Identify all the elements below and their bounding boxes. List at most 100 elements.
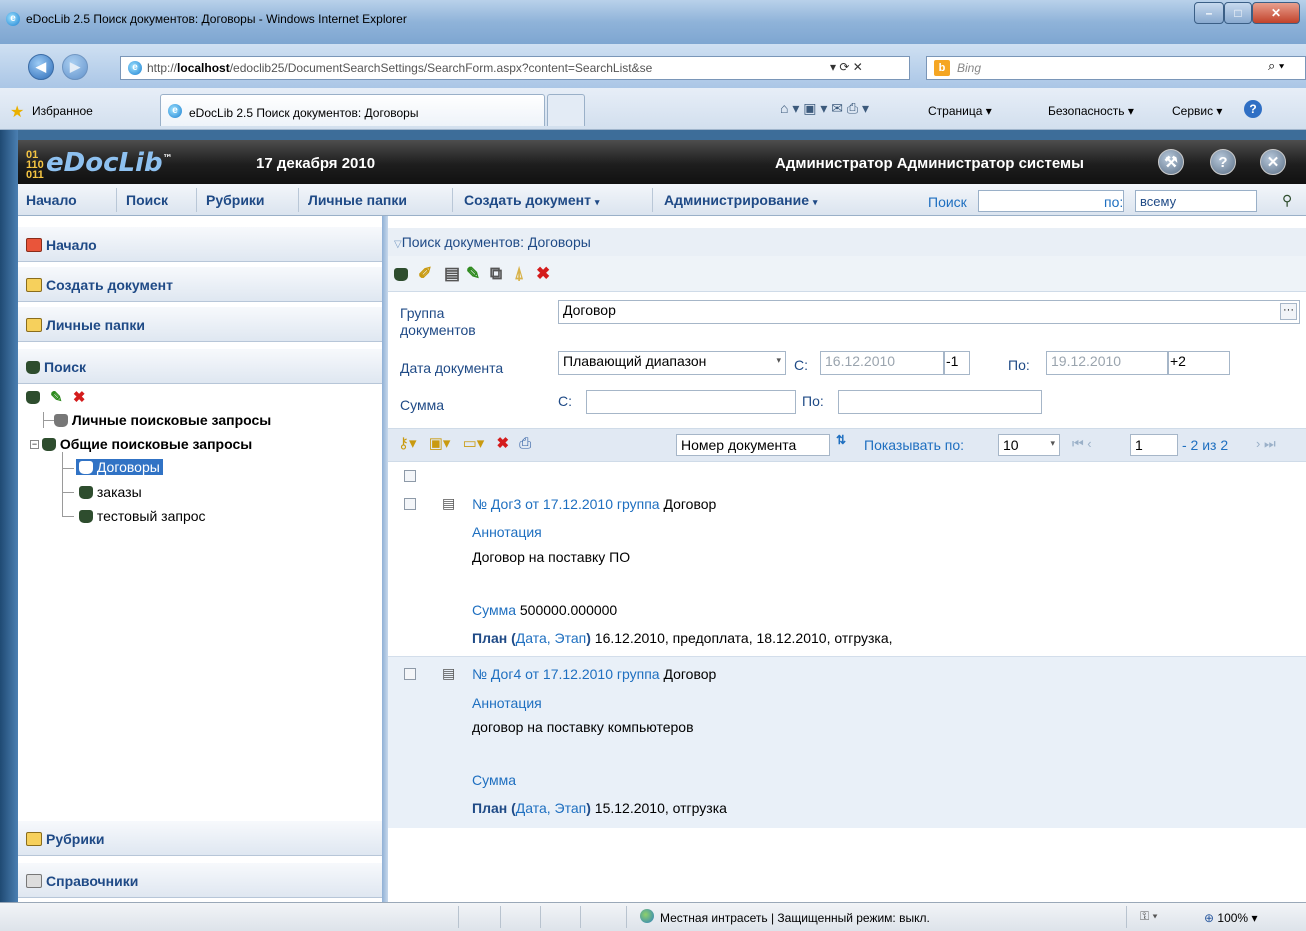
browser-tab[interactable]: eDocLib 2.5 Поиск документов: Договоры bbox=[160, 94, 545, 126]
menu-admin-label: Администрирование bbox=[664, 192, 809, 208]
key-icon[interactable]: ⚷▾ bbox=[398, 435, 417, 452]
url-field[interactable]: http://localhost/edoclib25/DocumentSearc… bbox=[120, 56, 910, 80]
window-title: eDocLib 2.5 Поиск документов: Договоры -… bbox=[26, 12, 407, 26]
sidebar-item-rubrics[interactable]: Рубрики bbox=[18, 820, 382, 856]
settings-wrench-icon[interactable]: ⚒ bbox=[1158, 149, 1184, 175]
new-tab-button[interactable] bbox=[547, 94, 585, 126]
sidebar-home-label: Начало bbox=[46, 237, 97, 253]
row-checkbox[interactable] bbox=[404, 498, 416, 510]
tools-menu[interactable]: Сервис ▾ bbox=[1172, 104, 1222, 118]
close-window-button[interactable]: ✕ bbox=[1252, 2, 1300, 24]
minimize-button[interactable]: – bbox=[1194, 2, 1224, 24]
dropdown-arrow-icon: ▾ bbox=[1050, 438, 1055, 448]
command-icons[interactable]: ⌂ ▾ ▣ ▾ ✉ ⎙ ▾ bbox=[780, 100, 869, 117]
edit-icon[interactable]: ✎ bbox=[50, 389, 63, 406]
home-icon bbox=[26, 238, 42, 252]
date-mode-select[interactable]: Плавающий диапазон ▾ bbox=[558, 351, 786, 375]
delete-query-icon[interactable]: ✖ bbox=[536, 264, 550, 284]
annotation-label: Аннотация bbox=[472, 695, 542, 711]
document-icon[interactable]: ▤ bbox=[442, 495, 455, 512]
tree-line bbox=[62, 452, 63, 516]
document-number-link[interactable]: № Дог4 bbox=[472, 666, 521, 682]
help-menu-icon[interactable]: ? bbox=[1244, 100, 1262, 118]
print-icon[interactable]: ⎙ bbox=[519, 435, 531, 452]
move-icon[interactable]: ▣▾ bbox=[429, 435, 451, 452]
sum-line: Сумма 500000.000000 bbox=[472, 602, 617, 618]
logout-icon[interactable]: ✕ bbox=[1260, 149, 1286, 175]
tree-collapse-icon[interactable]: − bbox=[30, 440, 39, 449]
sum-from-field[interactable] bbox=[586, 390, 796, 414]
page-menu[interactable]: Страница ▾ bbox=[928, 104, 992, 118]
plan-value: 16.12.2010, предоплата, 18.12.2010, отгр… bbox=[594, 630, 893, 646]
help-icon[interactable]: ? bbox=[1210, 149, 1236, 175]
group-picker-button[interactable]: ··· bbox=[1280, 303, 1297, 320]
security-zone-text[interactable]: Местная интрасеть | Защищенный режим: вы… bbox=[660, 911, 930, 925]
menu-search[interactable]: Поиск bbox=[126, 192, 168, 208]
sidebar-item-references[interactable]: Справочники bbox=[18, 862, 382, 898]
sidebar-folders-label: Личные папки bbox=[46, 317, 145, 333]
find-icon[interactable] bbox=[26, 391, 40, 404]
back-button[interactable]: ◀ bbox=[28, 54, 54, 80]
first-prev-page-icons[interactable]: ⏮ ‹ bbox=[1072, 436, 1092, 452]
app-logo[interactable]: eDocLib™ bbox=[46, 148, 173, 178]
menu-administration[interactable]: Администрирование ▾ bbox=[664, 192, 817, 208]
sidebar-item-create[interactable]: Создать документ bbox=[18, 266, 382, 302]
sidebar-item-folders[interactable]: Личные папки bbox=[18, 306, 382, 342]
row-checkbox[interactable] bbox=[404, 668, 416, 680]
sidebar-item-home[interactable]: Начало bbox=[18, 226, 382, 262]
date-from-field[interactable]: 16.12.2010 bbox=[820, 351, 944, 375]
notify-bell-icon[interactable]: ⍋ bbox=[514, 264, 524, 284]
favorites-button[interactable]: Избранное bbox=[32, 104, 93, 118]
tree-item-test[interactable]: тестовый запрос bbox=[79, 508, 206, 524]
folder-icon[interactable]: ▭▾ bbox=[463, 435, 485, 452]
document-icon[interactable]: ▤ bbox=[442, 665, 455, 682]
page-size-select[interactable]: 10 ▾ bbox=[998, 434, 1060, 456]
tree-common-queries[interactable]: Общие поисковые запросы bbox=[42, 436, 252, 452]
date-to-offset[interactable]: +2 bbox=[1168, 351, 1230, 375]
zoom-control[interactable]: ⊕ 100% ▾ bbox=[1204, 911, 1257, 925]
menu-rubrics[interactable]: Рубрики bbox=[206, 192, 265, 208]
menu-create-document[interactable]: Создать документ ▾ bbox=[464, 192, 599, 208]
protected-mode-icon[interactable]: ⚿ ▾ bbox=[1140, 909, 1158, 924]
annotation-label: Аннотация bbox=[472, 524, 542, 540]
menu-personal-folders[interactable]: Личные папки bbox=[308, 192, 407, 208]
url-tools-icon[interactable]: ▾ ⟳ ✕ bbox=[830, 60, 863, 74]
tree-item-contracts[interactable]: Договоры bbox=[76, 459, 163, 475]
copy-icon[interactable]: ⧉ bbox=[490, 264, 502, 284]
delete-icon[interactable]: ✖ bbox=[496, 435, 509, 452]
group-field[interactable]: Договор bbox=[558, 300, 1300, 324]
collapse-icon[interactable]: ▽ bbox=[394, 239, 402, 250]
quick-search-input[interactable] bbox=[978, 190, 1124, 212]
plan-line: План (Дата, Этап) 16.12.2010, предоплата… bbox=[472, 630, 893, 646]
select-all-checkbox[interactable] bbox=[404, 470, 416, 482]
delete-icon[interactable]: ✖ bbox=[73, 389, 86, 406]
next-last-page-icons[interactable]: › ⏭ bbox=[1256, 436, 1276, 452]
scope-select[interactable]: всему bbox=[1135, 190, 1257, 212]
menu-separator bbox=[116, 188, 117, 212]
page-number-field[interactable]: 1 bbox=[1130, 434, 1178, 456]
document-number-link[interactable]: № Дог3 bbox=[472, 496, 521, 512]
tree-personal-queries[interactable]: Личные поисковые запросы bbox=[54, 412, 271, 428]
tree-item-orders[interactable]: заказы bbox=[79, 484, 142, 500]
clear-icon[interactable]: ✐ bbox=[418, 264, 432, 284]
binoculars-icon bbox=[26, 361, 40, 374]
date-mode-value: Плавающий диапазон bbox=[563, 353, 707, 369]
search-binoculars-icon[interactable]: ⚲ bbox=[1282, 192, 1292, 209]
main-title-bar: ▽Поиск документов: Договоры bbox=[388, 228, 1306, 256]
sum-to-field[interactable] bbox=[838, 390, 1042, 414]
search-go-icon[interactable]: ⌕ ▾ bbox=[1268, 58, 1284, 74]
sort-direction-icon[interactable]: ⇅ bbox=[836, 433, 846, 447]
edit-query-icon[interactable]: ✎ bbox=[466, 264, 480, 284]
save-icon[interactable]: ▤ bbox=[444, 264, 460, 284]
forward-button[interactable]: ▶ bbox=[62, 54, 88, 80]
tree-personal-label: Личные поисковые запросы bbox=[71, 412, 272, 428]
menu-home[interactable]: Начало bbox=[26, 192, 77, 208]
date-from-offset[interactable]: -1 bbox=[944, 351, 970, 375]
sort-field-select[interactable]: Номер документа bbox=[676, 434, 830, 456]
security-menu[interactable]: Безопасность ▾ bbox=[1048, 104, 1134, 118]
search-box[interactable]: Bing bbox=[926, 56, 1306, 80]
maximize-button[interactable]: □ bbox=[1224, 2, 1252, 24]
date-to-field[interactable]: 19.12.2010 bbox=[1046, 351, 1168, 375]
search-run-icon[interactable] bbox=[394, 264, 408, 284]
sidebar-item-search[interactable]: Поиск bbox=[18, 348, 382, 384]
